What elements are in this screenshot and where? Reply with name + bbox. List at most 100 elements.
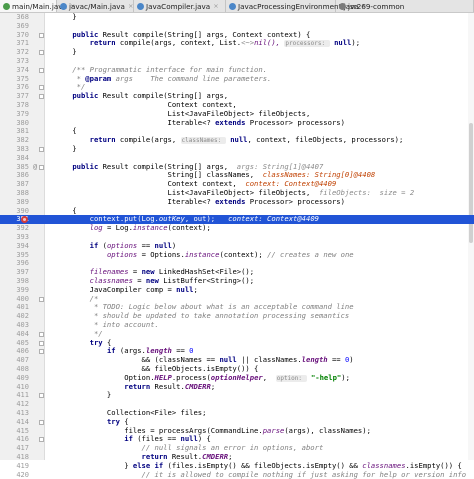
override-icon[interactable]: @ [33,163,37,172]
line-number[interactable]: 378 [0,101,29,110]
fold-marker-icon[interactable] [39,349,44,355]
fold-marker-icon[interactable] [39,67,44,73]
line-number[interactable]: 386 [0,171,29,180]
line-number[interactable]: 397 [0,268,29,277]
fold-marker-icon[interactable] [39,393,44,399]
line-number[interactable]: 410 [0,383,29,392]
line-number[interactable]: 368 [0,13,29,22]
line-number[interactable]: 371 [0,39,29,48]
line-number[interactable]: 406 [0,347,29,356]
line-number[interactable]: 414 [0,418,29,427]
line-number[interactable]: 395 [0,251,29,260]
line-number[interactable]: 416 [0,435,29,444]
code-line[interactable]: 411 } [0,390,474,400]
line-number[interactable]: 419 [0,462,29,471]
tab-jsr269-common[interactable]: jsr269-common [336,0,474,12]
line-number[interactable]: 401 [0,303,29,312]
code-line[interactable]: 383 } [0,144,474,154]
code-line[interactable]: 368 } [0,12,474,22]
tab-javac-main-java[interactable]: javac/Main.java × [57,0,134,12]
line-number[interactable]: 390 [0,207,29,216]
code-token: extends [215,196,250,206]
fold-marker-icon[interactable] [39,437,44,443]
code-line[interactable]: 372 } [0,47,474,57]
line-number[interactable]: 393 [0,233,29,242]
line-number[interactable]: 403 [0,321,29,330]
fold-marker-icon[interactable] [39,32,44,38]
line-number[interactable]: 404 [0,330,29,339]
line-number[interactable]: 392 [0,224,29,233]
line-number[interactable]: 396 [0,259,29,268]
line-number[interactable]: 377 [0,92,29,101]
line-number[interactable]: 418 [0,453,29,462]
close-tab-icon[interactable]: × [128,2,133,10]
code-text[interactable]: } [55,47,76,57]
code-text[interactable]: * @param args The command line parameter… [55,74,272,84]
code-token: length [145,346,177,356]
fold-marker-icon[interactable] [39,147,44,152]
tab-main-main-java[interactable]: main/Main.java × [0,0,75,12]
line-number[interactable]: 400 [0,295,29,304]
fold-marker-icon[interactable] [39,94,44,100]
line-number[interactable]: 379 [0,110,29,119]
code-line[interactable]: 395 options = Options.instance(context);… [0,250,474,260]
tab-javacprocessingenvironment-java[interactable]: JavacProcessingEnvironment.java × [226,0,367,12]
line-number[interactable]: 376 [0,83,29,92]
line-number[interactable]: 411 [0,391,29,400]
tab-javacompiler-java[interactable]: JavaCompiler.java × [134,0,226,12]
line-number[interactable]: 370 [0,31,29,40]
line-number[interactable]: 420 [0,471,29,479]
code-text[interactable]: } [55,12,76,22]
line-number[interactable]: 409 [0,374,29,383]
code-text[interactable]: Iterable<? extends Processor> processors… [55,196,345,207]
line-number[interactable]: 372 [0,48,29,57]
code-token: HELP [154,372,172,382]
code-line[interactable]: 420 // it is allowed to compile nothing … [0,470,474,479]
line-number[interactable]: 369 [0,22,29,31]
java-file-icon [339,2,346,10]
code-text[interactable]: } [55,390,111,400]
line-number[interactable]: 408 [0,365,29,374]
line-number[interactable]: 412 [0,400,29,409]
line-number[interactable]: 385 [0,163,29,172]
line-number[interactable]: 399 [0,286,29,295]
code-text[interactable]: options = Options.instance(context); // … [55,250,354,260]
line-number[interactable]: 382 [0,136,29,145]
line-number[interactable]: 374 [0,66,29,75]
line-number[interactable]: 375 [0,75,29,84]
code-token: * should be updated to take annotation p… [55,311,350,321]
code-line[interactable]: 392 log = Log.instance(context); [0,223,474,233]
code-token: null [154,240,172,250]
line-number[interactable]: 384 [0,154,29,163]
line-number[interactable]: 402 [0,312,29,321]
fold-marker-icon[interactable] [39,296,44,302]
line-number[interactable]: 381 [0,127,29,136]
line-number[interactable]: 380 [0,119,29,128]
code-text[interactable]: } [55,144,76,154]
fold-marker-icon[interactable] [39,331,44,337]
code-editor[interactable]: 368 } 369 370 public Result compile(String… [0,12,474,479]
code-token: length [301,355,332,365]
line-number[interactable]: 417 [0,444,29,453]
line-number[interactable]: 373 [0,57,29,66]
line-number[interactable]: 398 [0,277,29,286]
fold-marker-icon[interactable] [39,340,44,346]
line-number[interactable]: 394 [0,242,29,251]
line-number[interactable]: 405 [0,339,29,348]
close-tab-icon[interactable]: × [213,2,218,10]
code-text[interactable]: log = Log.instance(context); [55,223,211,233]
fold-marker-icon[interactable] [39,419,44,425]
line-number[interactable]: 415 [0,427,29,436]
line-number[interactable]: 383 [0,145,29,154]
line-number[interactable]: 389 [0,198,29,207]
fold-marker-icon[interactable] [39,85,44,91]
line-number[interactable]: 388 [0,189,29,198]
line-number[interactable]: 387 [0,180,29,189]
code-text[interactable]: Iterable<? extends Processor> processors… [55,118,345,128]
code-text[interactable]: // it is allowed to compile nothing if j… [55,470,467,479]
fold-marker-icon[interactable] [39,164,44,170]
fold-marker-icon[interactable] [39,50,44,56]
line-number[interactable]: 413 [0,409,29,418]
line-number[interactable]: 407 [0,356,29,365]
